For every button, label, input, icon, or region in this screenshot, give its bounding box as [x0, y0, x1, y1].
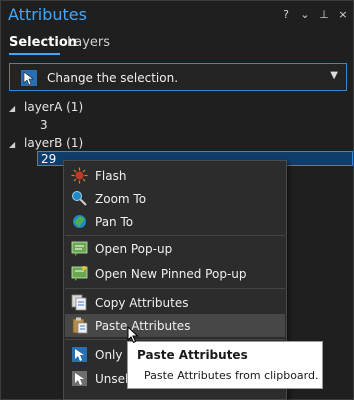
tree-layer-b[interactable]: layerB (1)	[24, 136, 83, 150]
tree-feature-label: 29	[41, 152, 57, 166]
copy-attributes-icon	[71, 294, 87, 311]
tree-feature-item[interactable]: 3	[40, 118, 48, 132]
pane-title-buttons: ? ⌄ ⊥ ×	[281, 8, 348, 21]
zoom-to-icon	[72, 191, 87, 206]
popup-icon	[71, 241, 88, 256]
menu-separator	[65, 288, 285, 289]
pin-icon[interactable]: ⊥	[319, 8, 329, 21]
menu-item-paste-attributes[interactable]: Paste Attributes	[65, 314, 285, 337]
menu-item-label: Pan To	[95, 215, 134, 229]
tooltip: Paste Attributes Paste Attributes from c…	[127, 341, 323, 389]
menu-separator	[65, 235, 285, 236]
menu-item-label: Open New Pinned Pop-up	[95, 267, 247, 281]
pinned-popup-icon	[71, 266, 88, 281]
selection-cursor-icon	[21, 70, 37, 86]
tooltip-title: Paste Attributes	[137, 348, 248, 362]
menu-item-pan-to[interactable]: Pan To	[65, 210, 285, 233]
menu-separator	[65, 339, 285, 340]
flash-icon	[71, 167, 88, 184]
chevron-down-icon: ▼	[330, 70, 338, 81]
selection-mode-label: Change the selection.	[47, 71, 179, 85]
menu-item-label: Flash	[95, 169, 127, 183]
menu-item-copy-attributes[interactable]: Copy Attributes	[65, 291, 285, 314]
menu-item-label: Open Pop-up	[95, 242, 173, 256]
active-tab-indicator	[9, 53, 60, 55]
paste-attributes-icon	[72, 317, 88, 334]
menu-item-label: Paste Attributes	[95, 319, 191, 333]
menu-item-flash[interactable]: Flash	[65, 164, 285, 187]
only-select-icon	[72, 347, 87, 362]
help-icon[interactable]: ?	[281, 8, 291, 21]
tab-layers[interactable]: Layers	[67, 35, 110, 50]
tree-layer-a[interactable]: layerA (1)	[24, 100, 83, 114]
options-chevron-icon[interactable]: ⌄	[300, 8, 310, 21]
expand-collapse-icon[interactable]: ◢	[9, 140, 15, 149]
menu-item-open-new-pinned-popup[interactable]: Open New Pinned Pop-up	[65, 262, 285, 285]
menu-item-label: Zoom To	[95, 192, 147, 206]
menu-item-label: Copy Attributes	[95, 296, 189, 310]
selection-mode-dropdown[interactable]: Change the selection. ▼	[9, 63, 347, 91]
expand-collapse-icon[interactable]: ◢	[9, 104, 15, 113]
close-icon[interactable]: ×	[338, 8, 348, 21]
tooltip-description: Paste Attributes from clipboard.	[144, 369, 319, 382]
pan-to-icon	[73, 215, 86, 228]
unselect-icon	[72, 371, 87, 386]
pane-title: Attributes	[8, 5, 87, 24]
menu-item-open-popup[interactable]: Open Pop-up	[65, 237, 285, 260]
mouse-cursor-icon	[127, 326, 139, 344]
menu-item-zoom-to[interactable]: Zoom To	[65, 187, 285, 210]
